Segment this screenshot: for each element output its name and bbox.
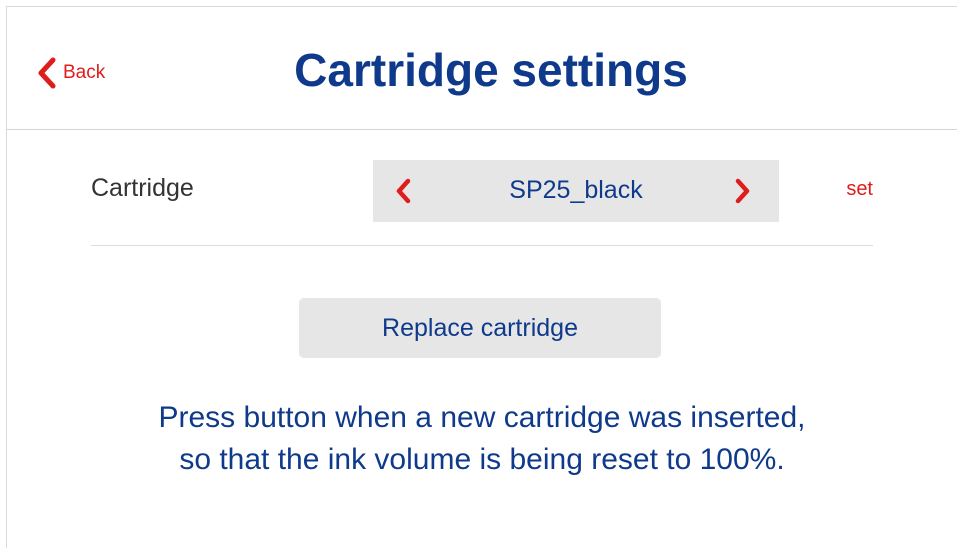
cartridge-label: Cartridge [91, 174, 194, 202]
settings-panel: Back Cartridge settings Cartridge SP25_b… [6, 6, 957, 548]
next-cartridge-button[interactable] [735, 178, 751, 209]
header-bar: Back Cartridge settings [7, 7, 957, 130]
set-button[interactable]: set [846, 178, 873, 201]
cartridge-selector: SP25_black [373, 160, 779, 222]
page-title: Cartridge settings [294, 44, 688, 96]
hint-line-2: so that the ink volume is being reset to… [179, 443, 785, 476]
hint-text: Press button when a new cartridge was in… [7, 397, 957, 481]
replace-cartridge-button[interactable]: Replace cartridge [299, 298, 661, 358]
hint-line-1: Press button when a new cartridge was in… [158, 401, 806, 434]
cartridge-row: Cartridge SP25_black set [91, 160, 873, 246]
chevron-right-icon [735, 178, 750, 204]
cartridge-value: SP25_black [509, 176, 643, 204]
